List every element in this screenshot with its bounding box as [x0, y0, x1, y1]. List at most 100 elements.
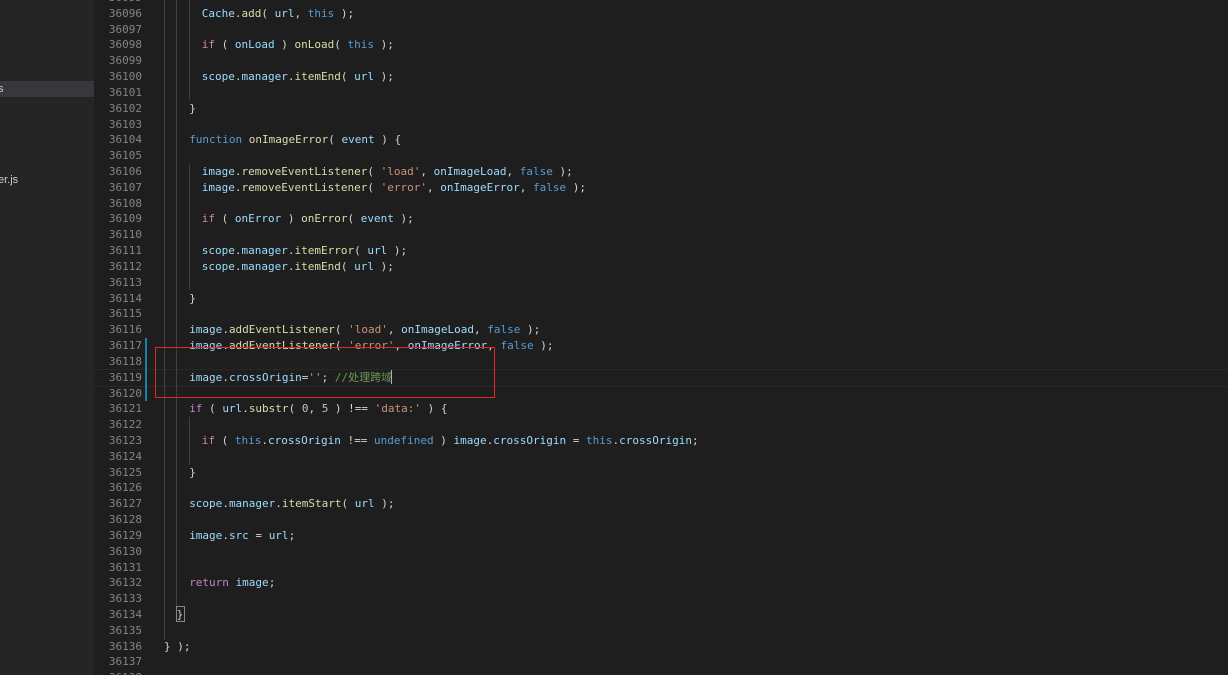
- code-token: manager: [241, 244, 288, 258]
- code-line[interactable]: 36132 return image;: [94, 575, 1228, 591]
- code-text: }: [189, 291, 196, 307]
- code-line[interactable]: 36106 image.removeEventListener( 'load', …: [94, 164, 1228, 180]
- code-token: .: [242, 402, 249, 416]
- code-line[interactable]: 36097: [94, 22, 1228, 38]
- line-number: 36131: [108, 560, 142, 574]
- code-line[interactable]: 36124: [94, 449, 1228, 465]
- code-token: (: [215, 433, 235, 447]
- code-token: ): [281, 212, 302, 226]
- code-line[interactable]: 36130: [94, 544, 1228, 560]
- code-token: ;: [288, 528, 296, 542]
- code-line[interactable]: 36125}: [94, 465, 1228, 481]
- code-line[interactable]: 36133: [94, 591, 1228, 607]
- code-token: this: [307, 6, 335, 20]
- code-token: onImageError: [248, 133, 329, 147]
- code-token: .: [234, 244, 242, 258]
- code-line[interactable]: 36121 if ( url.substr( 0, 5 ) !== 'data:'…: [94, 401, 1228, 417]
- line-number: 36099: [108, 54, 142, 68]
- line-number: 36103: [108, 117, 142, 131]
- line-number: 36097: [108, 22, 142, 36]
- line-number: 36107: [108, 180, 142, 194]
- code-token: );: [393, 212, 414, 226]
- code-token: }: [189, 465, 196, 479]
- code-token: (: [202, 402, 223, 416]
- code-token: );: [374, 38, 394, 52]
- code-token: );: [566, 180, 586, 194]
- line-number: 36124: [108, 449, 142, 463]
- code-line[interactable]: 36110: [94, 227, 1228, 243]
- code-text: Cache.add( url, this );: [202, 6, 354, 22]
- code-editor[interactable]: 3609536096Cache.add( url, this );3609736…: [94, 0, 1228, 675]
- code-token: onImageLoad: [433, 165, 507, 179]
- code-token: if: [201, 212, 216, 226]
- code-text: scope.manager.itemEnd( url );: [202, 259, 394, 275]
- code-line[interactable]: 36101: [94, 85, 1228, 101]
- code-text: } );: [164, 639, 191, 655]
- code-token: manager: [228, 497, 276, 511]
- code-line[interactable]: 36123 if ( this.crossOrigin !== undefined…: [94, 433, 1228, 449]
- code-line[interactable]: 36099: [94, 53, 1228, 69]
- code-token: .: [234, 180, 242, 194]
- line-number: 36125: [108, 465, 142, 479]
- code-line[interactable]: 36100 scope.manager.itemEnd( url );: [94, 69, 1228, 85]
- code-text: image.src = url;: [189, 528, 295, 544]
- code-token: (: [354, 244, 368, 258]
- code-token: itemStart: [281, 497, 342, 511]
- code-line[interactable]: 36102}: [94, 101, 1228, 117]
- code-line[interactable]: 36108: [94, 196, 1228, 212]
- code-line[interactable]: 36116 image.addEventListener( 'load', onI…: [94, 322, 1228, 338]
- code-text: scope.manager.itemEnd( url );: [202, 69, 394, 85]
- explorer-item-selected[interactable]: s: [0, 81, 94, 97]
- code-token: addEventListener: [228, 323, 335, 337]
- line-number: 36119: [108, 370, 142, 384]
- code-line[interactable]: 36104 function onImageError( event ) {: [94, 132, 1228, 148]
- code-token: ): [274, 38, 295, 52]
- code-line[interactable]: 36122: [94, 417, 1228, 433]
- code-token: onError: [301, 212, 348, 226]
- code-line[interactable]: 36111 scope.manager.itemError( url );: [94, 243, 1228, 259]
- code-token: url: [222, 402, 243, 416]
- code-line[interactable]: 36135: [94, 623, 1228, 639]
- code-token: ,: [294, 6, 308, 20]
- code-token: scope: [201, 259, 235, 273]
- code-line[interactable]: 36126: [94, 480, 1228, 496]
- code-token: image: [201, 165, 235, 179]
- line-number: 36115: [108, 307, 142, 321]
- code-token: if: [201, 38, 216, 52]
- code-line[interactable]: 36113: [94, 275, 1228, 291]
- code-line[interactable]: 36098 if ( onLoad ) onLoad( this );: [94, 37, 1228, 53]
- code-line[interactable]: 36131: [94, 560, 1228, 576]
- code-line[interactable]: 36127 scope.manager.itemStart( url );: [94, 496, 1228, 512]
- code-line[interactable]: 36128: [94, 512, 1228, 528]
- code-line[interactable]: 36109 if ( onError ) onError( event );: [94, 211, 1228, 227]
- code-token: function: [189, 133, 243, 147]
- code-line[interactable]: 36134}: [94, 607, 1228, 623]
- explorer-item-file[interactable]: er.js: [0, 172, 94, 188]
- code-token: (: [215, 38, 235, 52]
- code-line[interactable]: 36112 scope.manager.itemEnd( url );: [94, 259, 1228, 275]
- line-number: 36106: [108, 165, 142, 179]
- code-token: .: [287, 244, 295, 258]
- code-token: .: [234, 259, 242, 273]
- code-token: scope: [189, 497, 223, 511]
- code-line[interactable]: 36138: [94, 670, 1228, 675]
- code-token: (: [347, 212, 361, 226]
- code-line[interactable]: 36136 } );: [94, 639, 1228, 655]
- code-line[interactable]: 36114}: [94, 291, 1228, 307]
- code-line[interactable]: 36107 image.removeEventListener( 'error',…: [94, 180, 1228, 196]
- code-text: if ( this.crossOrigin !== undefined ) im…: [202, 433, 699, 449]
- code-line[interactable]: 36103: [94, 117, 1228, 133]
- code-token: (: [334, 38, 348, 52]
- code-line[interactable]: 36105: [94, 148, 1228, 164]
- code-line[interactable]: 36096 Cache.add( url, this );: [94, 6, 1228, 22]
- code-token: );: [552, 165, 573, 179]
- code-token: image: [189, 323, 223, 337]
- line-number: 36136: [108, 639, 142, 653]
- code-token: image: [189, 528, 223, 542]
- code-token: .: [234, 165, 242, 179]
- code-line[interactable]: 36137: [94, 654, 1228, 670]
- code-line[interactable]: 36129 image.src = url;: [94, 528, 1228, 544]
- code-token: url: [354, 70, 375, 84]
- code-line[interactable]: 36115: [94, 306, 1228, 322]
- code-token: ,: [506, 165, 520, 179]
